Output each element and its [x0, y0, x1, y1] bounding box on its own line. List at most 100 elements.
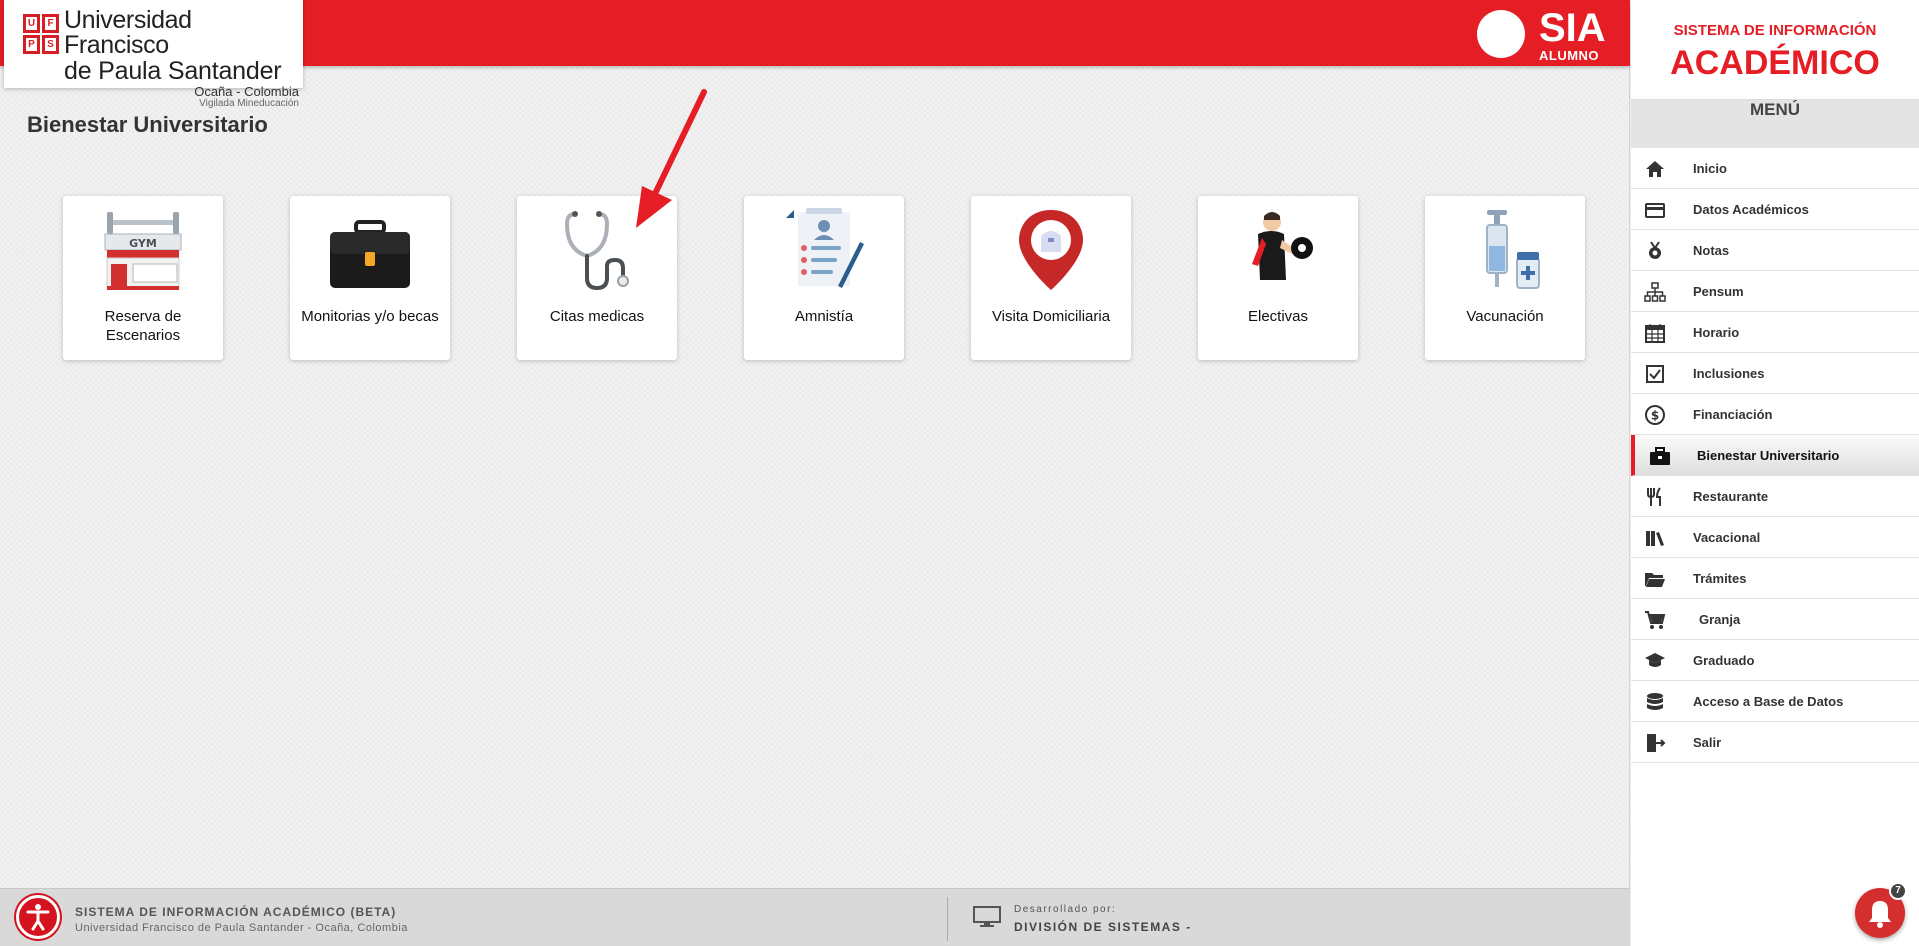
card-label: Vacunación — [1466, 308, 1544, 325]
briefcase-icon — [330, 220, 410, 288]
sidebar-item-label: Financiación — [1693, 407, 1773, 422]
card-label: Reserva de Escenarios — [104, 308, 182, 344]
sidebar-menu: Inicio Datos Académicos Notas Pensum Hor… — [1631, 148, 1919, 763]
gym-icon: GYM — [104, 212, 182, 290]
page-title: Bienestar Universitario — [27, 112, 268, 137]
sidebar-item-label: Acceso a Base de Datos — [1693, 694, 1844, 709]
graduation-icon — [1645, 653, 1665, 667]
sidebar-item-label: Granja — [1699, 612, 1741, 627]
card-label: Monitorias y/o becas — [301, 308, 439, 325]
sidebar-item-pensum[interactable]: Pensum — [1631, 271, 1919, 312]
university-name-line2: de Paula Santander — [64, 57, 282, 85]
university-name: Universidad Francisco de Paula Santander… — [64, 8, 299, 109]
sidebar-item-label: Vacacional — [1693, 530, 1761, 545]
medal-icon — [1649, 241, 1661, 259]
checkbox-icon — [1646, 365, 1664, 383]
university-location: Ocaña - Colombia — [194, 84, 299, 99]
map-pin-icon — [1019, 210, 1083, 290]
sidebar-item-label: Graduado — [1693, 653, 1755, 668]
calendar-icon — [1645, 324, 1665, 343]
sidebar-item-inicio[interactable]: Inicio — [1631, 148, 1919, 189]
footer-developed-by-label: Desarrollado por: — [1014, 904, 1117, 915]
svg-text:GYM: GYM — [129, 237, 157, 250]
card-label: Citas medicas — [549, 308, 645, 325]
briefcase-icon — [1650, 447, 1670, 465]
card-label: Amnistía — [794, 308, 854, 325]
sia-badge: SIA ALUMNO — [1477, 6, 1622, 63]
card-amnistia[interactable]: Amnistía — [744, 196, 904, 360]
sidebar-item-label: Inclusiones — [1693, 366, 1765, 381]
footer-system-name: SISTEMA DE INFORMACIÓN ACADÉMICO (BETA) — [75, 905, 397, 919]
sidebar-item-label: Notas — [1693, 243, 1730, 258]
logo-letter: U — [23, 14, 40, 33]
athlete-icon — [1252, 212, 1313, 280]
ufps-logo-icon: U F P S — [23, 14, 59, 54]
accessibility-button[interactable] — [16, 895, 60, 939]
card-electivas[interactable]: Electivas — [1198, 196, 1358, 360]
sidebar-item-inclusiones[interactable]: Inclusiones — [1631, 353, 1919, 394]
card-monitorias-becas[interactable]: Monitorias y/o becas — [290, 196, 450, 360]
books-icon — [1646, 531, 1664, 546]
sidebar-item-restaurante[interactable]: Restaurante — [1631, 476, 1919, 517]
sitemap-icon — [1644, 282, 1666, 302]
sidebar-item-vacacional[interactable]: Vacacional — [1631, 517, 1919, 558]
stethoscope-icon — [564, 211, 629, 291]
logo-letter: S — [42, 35, 59, 54]
university-vigilada: Vigilada Mineducación — [199, 98, 299, 109]
folder-icon — [1645, 573, 1665, 587]
university-name-line1: Universidad Francisco — [64, 6, 192, 59]
sidebar-item-financiacion[interactable]: $ Financiación — [1631, 394, 1919, 435]
sidebar-item-label: Inicio — [1693, 161, 1727, 176]
footer-developed-by: DIVISIÓN DE SISTEMAS - — [1014, 920, 1192, 934]
sia-circle-icon — [1477, 10, 1525, 58]
sidebar-item-bienestar-universitario[interactable]: Bienestar Universitario — [1631, 435, 1919, 476]
service-cards: GYM Reserva de Escenarios Monitorias y/o… — [63, 196, 1603, 361]
logo-letter: P — [23, 35, 40, 54]
card-reserva-escenarios[interactable]: GYM Reserva de Escenarios — [63, 196, 223, 360]
main-content: SIA ALUMNO U F P S Universidad Francisco… — [0, 0, 1630, 946]
menu-title: MENÚ — [1631, 100, 1919, 148]
sia-title: SIA — [1539, 6, 1606, 50]
utensils-icon — [1647, 487, 1661, 506]
card-label: Electivas — [1247, 308, 1309, 325]
card-visita-domiciliaria[interactable]: Visita Domiciliaria — [971, 196, 1131, 360]
document-icon — [786, 208, 864, 288]
sidebar-item-label: Pensum — [1693, 284, 1744, 299]
sidebar-item-label: Bienestar Universitario — [1697, 448, 1840, 463]
dollar-icon: $ — [1645, 405, 1665, 425]
sidebar-item-datos-academicos[interactable]: Datos Académicos — [1631, 189, 1919, 230]
database-icon — [1647, 693, 1663, 710]
sidebar: SISTEMA DE INFORMACIÓN ACADÉMICO MENÚ In… — [1631, 0, 1919, 946]
footer-divider — [947, 897, 948, 941]
svg-text:$: $ — [1651, 409, 1659, 423]
sidebar-item-graduado[interactable]: Graduado — [1631, 640, 1919, 681]
sidebar-item-label: Restaurante — [1693, 489, 1769, 504]
sidebar-item-horario[interactable]: Horario — [1631, 312, 1919, 353]
footer-organization: Universidad Francisco de Paula Santander… — [75, 922, 408, 934]
sidebar-item-notas[interactable]: Notas — [1631, 230, 1919, 271]
sidebar-item-granja[interactable]: Granja — [1631, 599, 1919, 640]
sidebar-header-line1: SISTEMA DE INFORMACIÓN — [1673, 22, 1877, 39]
university-logo[interactable]: U F P S Universidad Francisco de Paula S… — [4, 0, 303, 109]
monitor-icon — [973, 906, 1001, 927]
sidebar-item-salir[interactable]: Salir — [1631, 722, 1919, 763]
sidebar-header: SISTEMA DE INFORMACIÓN ACADÉMICO — [1631, 0, 1919, 100]
home-icon — [1646, 161, 1664, 177]
sidebar-item-label: Datos Académicos — [1693, 202, 1809, 217]
sidebar-item-acceso-base-datos[interactable]: Acceso a Base de Datos — [1631, 681, 1919, 722]
syringe-icon — [1486, 210, 1540, 289]
card-label: Visita Domiciliaria — [991, 308, 1111, 325]
sidebar-header-line2: ACADÉMICO — [1670, 44, 1880, 82]
sidebar-item-tramites[interactable]: Trámites — [1631, 558, 1919, 599]
card-vacunacion[interactable]: Vacunación — [1425, 196, 1585, 360]
sidebar-item-label: Horario — [1693, 325, 1740, 340]
card-icon — [1645, 203, 1665, 218]
footer: SISTEMA DE INFORMACIÓN ACADÉMICO (BETA) … — [0, 888, 1630, 946]
card-citas-medicas[interactable]: Citas medicas — [517, 196, 677, 360]
sidebar-item-label: Salir — [1693, 735, 1722, 750]
accessibility-icon — [26, 904, 50, 931]
cart-icon — [1645, 611, 1666, 629]
logo-letter: F — [42, 14, 59, 33]
exit-icon — [1647, 734, 1666, 752]
sidebar-item-label: Trámites — [1693, 571, 1747, 586]
